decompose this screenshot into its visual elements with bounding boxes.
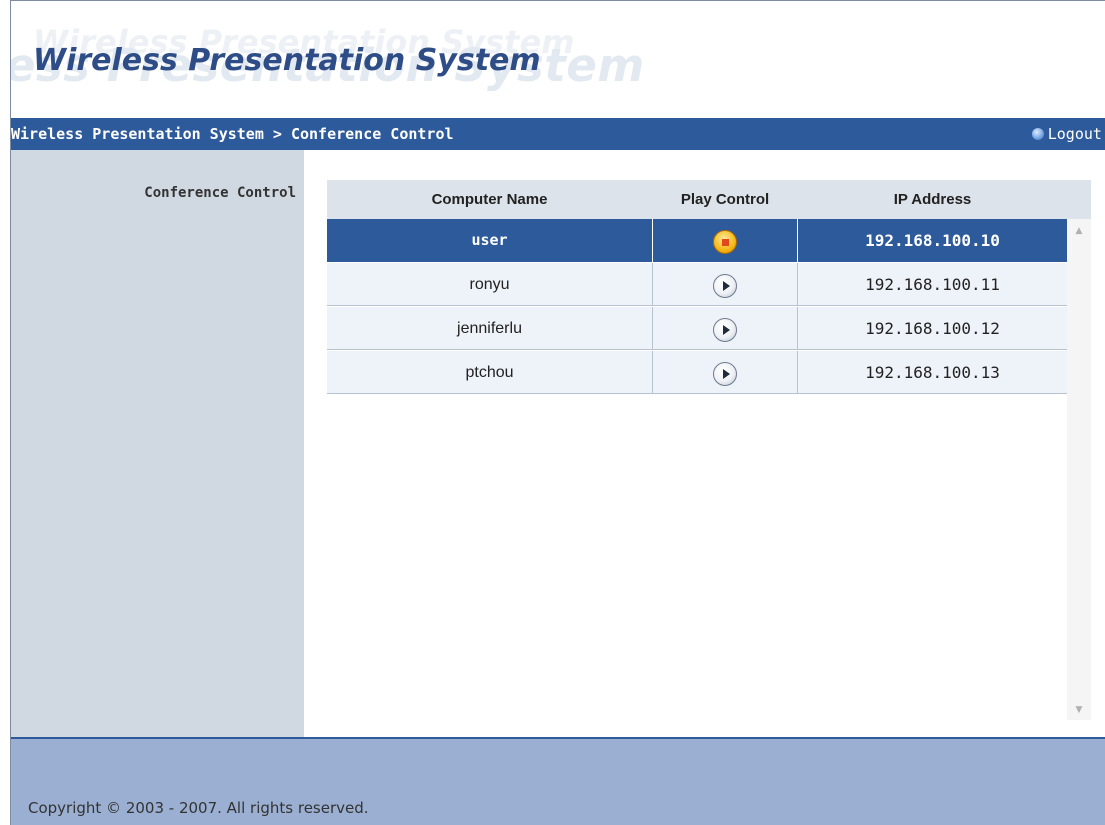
- scroll-down-icon[interactable]: ▼: [1067, 700, 1091, 720]
- table-row[interactable]: jenniferlu 192.168.100.12: [327, 307, 1067, 350]
- play-control-cell: [652, 219, 798, 262]
- browser-frame: Wireless Presentation System less Presen…: [10, 0, 1105, 825]
- play-button-icon[interactable]: [713, 361, 737, 386]
- logout-label: Logout: [1047, 125, 1102, 143]
- play-control-cell: [652, 351, 798, 394]
- sidebar-item-conference-control[interactable]: Conference Control: [144, 185, 296, 201]
- computer-name-cell: user: [471, 231, 508, 249]
- table-row[interactable]: ronyu 192.168.100.11: [327, 263, 1067, 306]
- stop-button-icon[interactable]: [713, 229, 737, 254]
- ip-address-cell: 192.168.100.12: [865, 319, 1000, 338]
- ip-address-cell: 192.168.100.10: [865, 231, 1000, 250]
- computer-name-cell: ptchou: [465, 364, 514, 381]
- play-control-cell: [652, 263, 798, 306]
- scroll-up-icon[interactable]: ▲: [1067, 221, 1091, 241]
- main-content: Computer Name Play Control IP Address us…: [304, 150, 1105, 737]
- play-button-icon[interactable]: [713, 273, 737, 298]
- computer-name-cell: jenniferlu: [457, 320, 522, 337]
- ip-address-cell: 192.168.100.13: [865, 363, 1000, 382]
- header: Wireless Presentation System less Presen…: [11, 1, 1105, 118]
- play-control-cell: [652, 307, 798, 350]
- breadcrumb: Wireless Presentation System > Conferenc…: [11, 125, 454, 143]
- computer-name-cell: ronyu: [469, 276, 510, 293]
- play-button-icon[interactable]: [713, 317, 737, 342]
- column-header-ip-address: IP Address: [893, 191, 972, 208]
- logout-icon: [1031, 128, 1044, 140]
- table-header: Computer Name Play Control IP Address: [327, 180, 1091, 219]
- table-row[interactable]: ptchou 192.168.100.13: [327, 351, 1067, 394]
- sidebar: Conference Control: [11, 150, 304, 737]
- ip-address-cell: 192.168.100.11: [865, 275, 1000, 294]
- column-header-computer-name: Computer Name: [431, 191, 548, 208]
- vertical-scrollbar[interactable]: ▲ ▼: [1067, 219, 1091, 720]
- logo-title: Wireless Presentation System: [33, 43, 541, 78]
- copyright-text: Copyright © 2003 - 2007. All rights rese…: [28, 799, 369, 817]
- logout-link[interactable]: Logout ›: [1031, 118, 1105, 150]
- conference-table: Computer Name Play Control IP Address us…: [327, 180, 1091, 720]
- navbar: Wireless Presentation System > Conferenc…: [11, 118, 1105, 150]
- footer: Copyright © 2003 - 2007. All rights rese…: [11, 737, 1105, 825]
- column-header-play-control: Play Control: [680, 191, 770, 208]
- table-row[interactable]: user 192.168.100.10: [327, 219, 1067, 262]
